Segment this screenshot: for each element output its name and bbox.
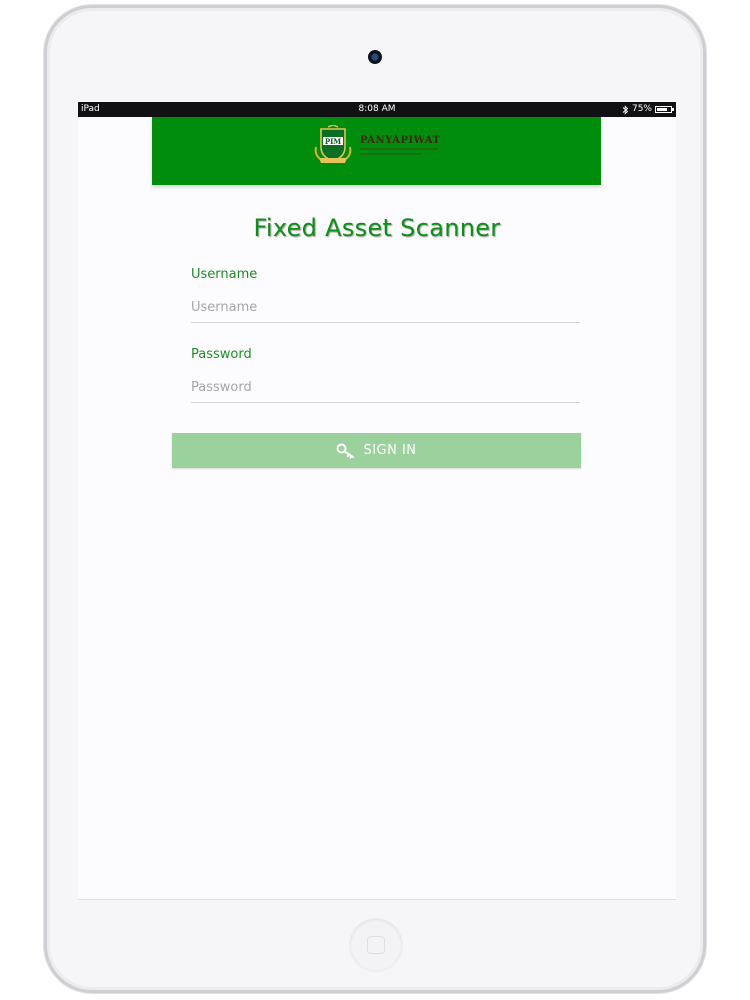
logo-name: PANYAPIWAT [360, 135, 441, 146]
page-title: Fixed Asset Scanner [253, 214, 501, 242]
pim-crest-icon: PIM [314, 125, 352, 163]
username-label: Username [191, 267, 258, 282]
key-icon [336, 443, 355, 459]
status-time: 8:08 AM [358, 104, 396, 114]
password-input[interactable] [191, 372, 580, 403]
home-square-icon [367, 936, 385, 954]
logo-tagline-line [360, 153, 422, 155]
bluetooth-icon [622, 104, 629, 115]
sign-in-label: SIGN IN [363, 443, 417, 458]
sign-in-button[interactable]: SIGN IN [172, 433, 581, 468]
front-camera [368, 50, 382, 64]
battery-fill [657, 108, 667, 111]
home-button[interactable] [350, 919, 402, 971]
app-screen: iPad 8:08 AM 75% PIM PANYAPIWAT Fixed As… [78, 102, 676, 900]
password-label: Password [191, 347, 252, 362]
app-header: PIM PANYAPIWAT [152, 117, 601, 185]
status-right-group: 75% [622, 102, 674, 117]
battery-icon [655, 106, 674, 113]
logo-wordmark: PANYAPIWAT [360, 135, 440, 155]
panyapiwat-logo: PIM PANYAPIWAT [312, 125, 440, 165]
screen-bottom-edge [78, 899, 676, 900]
username-input[interactable] [191, 292, 580, 323]
battery-tip [672, 108, 674, 111]
battery-percent: 75% [631, 104, 652, 114]
logo-abbr: PIM [325, 137, 342, 146]
logo-tagline-line [360, 148, 438, 150]
status-bar: iPad 8:08 AM 75% [78, 102, 676, 117]
